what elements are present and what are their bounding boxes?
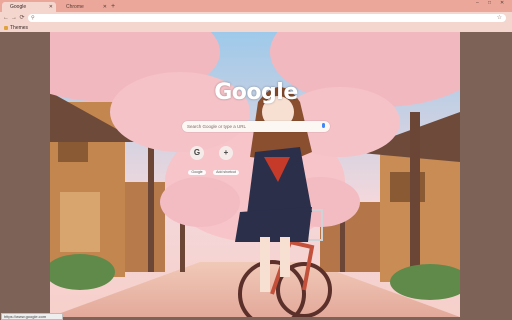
tab-label: Google [10,4,27,10]
window-close-icon[interactable]: ✕ [500,0,504,7]
apps-icon [4,25,8,30]
search-icon: ⚲ [31,15,35,21]
star-icon[interactable]: ☆ [497,14,502,22]
back-icon[interactable]: ← [2,14,10,22]
forward-icon[interactable]: → [10,14,18,22]
omnibox[interactable]: ⚲ ☆ [28,14,506,22]
shortcut-google[interactable]: G Google [181,146,213,176]
new-tab-plus-icon[interactable]: + [111,3,115,11]
bookmark-themes[interactable]: Themes [4,24,28,32]
theme-background-image [50,32,460,317]
bookmark-label: Themes [10,25,29,31]
shortcut-label: Add shortcut [213,170,239,175]
shortcut-label: Google [188,170,206,175]
search-placeholder: Search Google or type a URL [187,124,247,129]
reload-icon[interactable]: ⟳ [18,14,26,22]
shortcut-add[interactable]: + Add shortcut [210,146,242,176]
close-icon[interactable]: ✕ [103,2,107,12]
close-icon[interactable]: ✕ [49,2,53,12]
tab-strip: Google ✕ Chrome ✕ + – □ ✕ [0,0,512,12]
microphone-icon[interactable] [322,123,325,128]
search-box[interactable]: Search Google or type a URL [182,121,330,132]
google-g-icon: G [190,146,204,160]
status-bar: https://www.google.com [1,313,63,320]
plus-icon: + [219,146,233,160]
bookmarks-bar: Themes [0,24,512,32]
google-logo: Google [214,80,298,105]
tab-chrome[interactable]: Chrome ✕ [58,2,110,12]
tab-google[interactable]: Google ✕ [2,2,56,12]
minimize-icon[interactable]: – [476,0,479,7]
maximize-icon[interactable]: □ [488,0,491,7]
toolbar: ← → ⟳ ⚲ ☆ [0,12,512,24]
tab-label: Chrome [66,4,84,10]
